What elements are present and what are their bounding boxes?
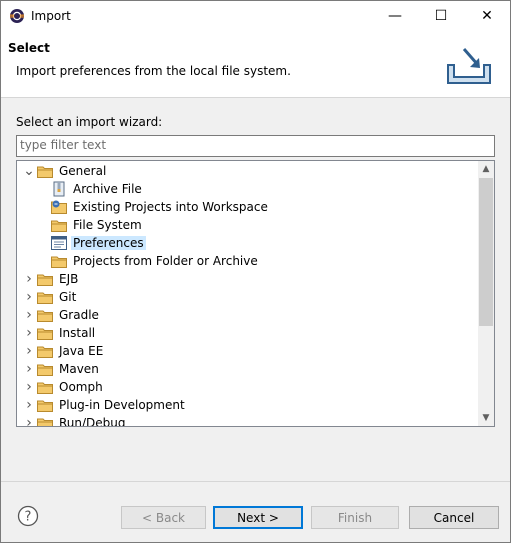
tree-rows: ⌄ General Archive File Existing Projects in… [17, 162, 477, 427]
folder-icon [37, 380, 53, 394]
chevron-right-icon[interactable]: › [21, 397, 37, 413]
window-title: Import [31, 9, 71, 23]
tree-item[interactable]: › Gradle [17, 306, 477, 324]
folder-icon [51, 218, 67, 232]
scroll-down-button[interactable]: ▼ [478, 410, 494, 426]
tree-item[interactable]: › Run/Debug [17, 414, 477, 427]
folder-icon [37, 326, 53, 340]
tree-item-label: Install [59, 326, 96, 340]
tree-item[interactable]: Projects from Folder or Archive [17, 252, 477, 270]
tree-item-label: Plug-in Development [59, 398, 185, 412]
tree-item-label: General [59, 164, 107, 178]
tree-item[interactable]: Preferences [17, 234, 477, 252]
tree-item-label: Java EE [59, 344, 104, 358]
wizard-banner: Select Import preferences from the local… [1, 31, 510, 98]
tree-item-label: Oomph [59, 380, 103, 394]
chevron-down-icon[interactable]: ⌄ [21, 163, 37, 179]
tree-item[interactable]: › Plug-in Development [17, 396, 477, 414]
tree-item[interactable]: › Git [17, 288, 477, 306]
wizard-prompt: Select an import wizard: [16, 115, 163, 129]
close-button[interactable]: ✕ [464, 1, 510, 31]
tree-item-label: Archive File [73, 182, 142, 196]
tree-item[interactable]: › Maven [17, 360, 477, 378]
minimize-button[interactable]: — [372, 1, 418, 31]
page-title: Select [8, 41, 50, 55]
minimize-icon: — [388, 8, 402, 24]
svg-text:?: ? [25, 510, 32, 525]
folder-icon [37, 362, 53, 376]
chevron-right-icon[interactable]: › [21, 271, 37, 287]
page-description: Import preferences from the local file s… [16, 64, 291, 78]
folder-icon [37, 398, 53, 412]
filter-input[interactable] [17, 136, 493, 154]
archive-file-icon [51, 181, 67, 197]
next-button[interactable]: Next > [213, 506, 303, 529]
tree-item-label: Gradle [59, 308, 99, 322]
folder-icon [37, 164, 53, 178]
folder-icon [37, 272, 53, 286]
import-dialog: Import — ☐ ✕ Select Import preferences f… [0, 0, 511, 543]
close-icon: ✕ [481, 8, 493, 24]
tree-item[interactable]: File System [17, 216, 477, 234]
tree-item-label: Preferences [71, 236, 146, 250]
folder-icon [51, 254, 67, 268]
chevron-right-icon[interactable]: › [21, 325, 37, 341]
projects-icon [51, 200, 67, 214]
wizard-tree[interactable]: ⌄ General Archive File Existing Projects in… [16, 160, 495, 427]
cancel-button[interactable]: Cancel [409, 506, 499, 529]
chevron-right-icon[interactable]: › [21, 289, 37, 305]
tree-item[interactable]: Existing Projects into Workspace [17, 198, 477, 216]
tree-item-label: File System [73, 218, 142, 232]
help-icon[interactable]: ? [17, 505, 39, 527]
scroll-up-button[interactable]: ▲ [478, 161, 494, 177]
vertical-scrollbar[interactable]: ▲ ▼ [478, 161, 494, 426]
folder-icon [37, 416, 53, 426]
scroll-thumb[interactable] [479, 178, 493, 326]
tree-item-label: Maven [59, 362, 99, 376]
tree-item[interactable]: › Oomph [17, 378, 477, 396]
tree-item[interactable]: › EJB [17, 270, 477, 288]
tree-item-label: EJB [59, 272, 79, 286]
tree-item-label: Existing Projects into Workspace [73, 200, 268, 214]
finish-button[interactable]: Finish [311, 506, 399, 529]
filter-field[interactable] [16, 135, 495, 157]
chevron-right-icon[interactable]: › [21, 415, 37, 426]
tree-item-label: Git [59, 290, 77, 304]
tree-item-label: Projects from Folder or Archive [73, 254, 258, 268]
chevron-right-icon[interactable]: › [21, 379, 37, 395]
footer-divider [1, 481, 510, 482]
folder-icon [37, 290, 53, 304]
folder-icon [37, 344, 53, 358]
maximize-icon: ☐ [434, 8, 448, 24]
back-button[interactable]: < Back [121, 506, 206, 529]
maximize-button[interactable]: ☐ [418, 1, 464, 31]
chevron-right-icon[interactable]: › [21, 343, 37, 359]
tree-item[interactable]: ⌄ General [17, 162, 477, 180]
folder-icon [37, 308, 53, 322]
tree-item[interactable]: › Install [17, 324, 477, 342]
chevron-right-icon[interactable]: › [21, 307, 37, 323]
tree-item[interactable]: Archive File [17, 180, 477, 198]
preferences-icon [51, 236, 67, 250]
tree-item[interactable]: › Java EE [17, 342, 477, 360]
tree-item-label: Run/Debug [59, 416, 126, 427]
title-bar[interactable]: Import — ☐ ✕ [1, 1, 510, 31]
eclipse-app-icon [10, 9, 24, 23]
import-wizard-icon [447, 48, 491, 84]
chevron-right-icon[interactable]: › [21, 361, 37, 377]
